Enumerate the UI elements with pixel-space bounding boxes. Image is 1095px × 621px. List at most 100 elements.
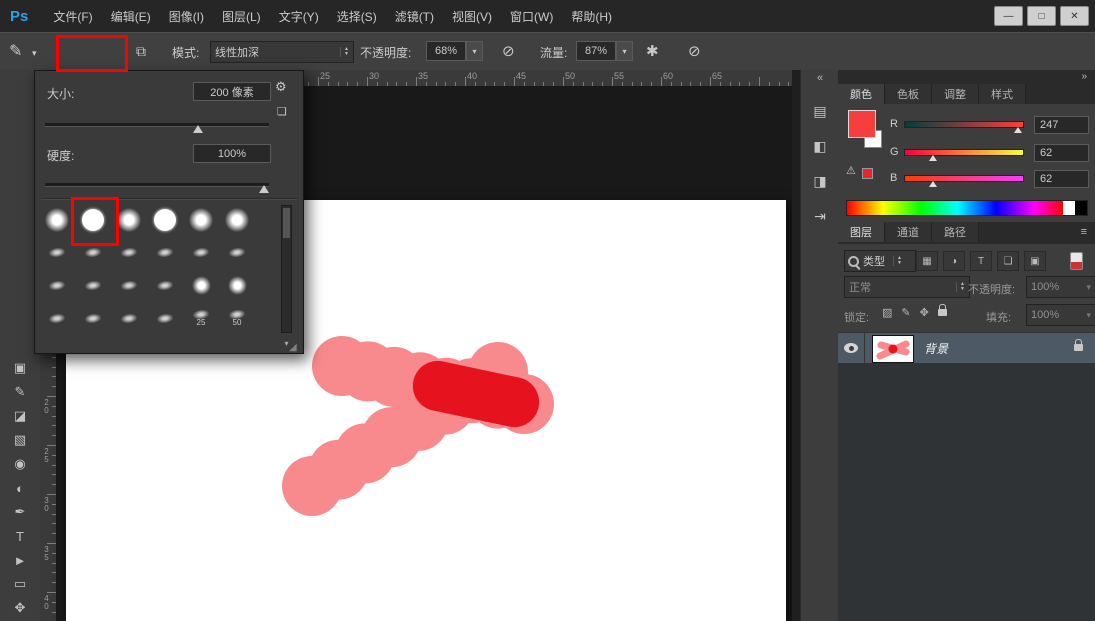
tab-layers[interactable]: 图层 xyxy=(838,222,885,242)
filter-adjustment-layers-icon[interactable]: ◑ xyxy=(943,251,965,271)
brush-preset[interactable] xyxy=(147,203,183,236)
brush-preset[interactable] xyxy=(183,203,219,236)
brush-preset[interactable] xyxy=(183,236,219,269)
red-slider-thumb[interactable] xyxy=(1014,127,1022,133)
rectangle-tool[interactable]: ▭ xyxy=(0,572,40,596)
gear-icon[interactable]: ⚙ xyxy=(275,79,287,95)
collapse-panels-icon[interactable]: » xyxy=(1081,71,1087,82)
gamut-warning-icon[interactable]: ⚠ xyxy=(846,164,856,177)
flow-dropdown-icon[interactable] xyxy=(616,41,633,61)
menu-item[interactable]: 图层(L) xyxy=(213,0,270,32)
blue-slider-thumb[interactable] xyxy=(929,181,937,187)
brush-preset[interactable] xyxy=(147,302,183,335)
filter-type-layers-icon[interactable]: T xyxy=(970,251,992,271)
layer-filter-toggle-icon[interactable] xyxy=(1070,252,1083,270)
size-slider[interactable] xyxy=(45,123,269,127)
opacity-dropdown-icon[interactable] xyxy=(466,41,483,61)
new-preset-icon[interactable]: ❏ xyxy=(277,105,287,118)
gradient-tool[interactable]: ▧ xyxy=(0,428,40,452)
menu-item[interactable]: 帮助(H) xyxy=(562,0,621,32)
hardness-slider-thumb[interactable] xyxy=(259,185,269,193)
layer-thumbnail[interactable] xyxy=(872,335,914,363)
tablet-pressure-opacity-icon[interactable]: ⊘ xyxy=(502,42,515,60)
brush-preset[interactable] xyxy=(75,269,111,302)
menu-item[interactable]: 选择(S) xyxy=(328,0,386,32)
toggle-brush-panel-icon[interactable]: ⧉ xyxy=(136,43,146,60)
menu-item[interactable]: 视图(V) xyxy=(443,0,501,32)
lock-transparency-icon[interactable]: ▨ xyxy=(882,306,892,319)
brush-grid-scrollbar[interactable] xyxy=(281,205,292,333)
layer-blend-mode-select[interactable]: 正常 xyxy=(844,276,970,298)
layer-visibility-toggle[interactable] xyxy=(838,333,865,363)
filter-pixel-layers-icon[interactable]: ▦ xyxy=(916,251,938,271)
lock-pixels-icon[interactable]: ✎ xyxy=(901,306,910,319)
clone-stamp-tool[interactable]: ▣ xyxy=(0,356,40,380)
brush-preset[interactable] xyxy=(39,269,75,302)
brush-preset[interactable] xyxy=(147,269,183,302)
lock-position-icon[interactable]: ✥ xyxy=(920,306,929,319)
pen-tool[interactable]: ✒ xyxy=(0,500,40,524)
opacity-value[interactable]: 68% xyxy=(426,41,466,61)
green-slider-thumb[interactable] xyxy=(929,155,937,161)
menu-item[interactable]: 窗口(W) xyxy=(501,0,562,32)
blue-slider[interactable] xyxy=(904,175,1024,182)
layer-opacity-value[interactable]: 100% xyxy=(1026,276,1095,298)
maximize-button[interactable]: □ xyxy=(1027,6,1056,26)
history-brush-tool[interactable]: ✎ xyxy=(0,380,40,404)
tab-paths[interactable]: 路径 xyxy=(932,222,979,242)
menu-item[interactable]: 图像(I) xyxy=(160,0,213,32)
airbrush-icon[interactable]: ✱ xyxy=(646,42,659,60)
brush-preset[interactable] xyxy=(39,203,75,236)
hand-tool[interactable]: ✥ xyxy=(0,596,40,620)
brush-preset[interactable]: 25 xyxy=(183,302,219,335)
tablet-pressure-size-icon[interactable]: ⊘ xyxy=(688,42,701,60)
red-slider[interactable] xyxy=(904,121,1024,128)
menu-item[interactable]: 文件(F) xyxy=(44,0,101,32)
tab-color[interactable]: 颜色 xyxy=(838,84,885,104)
menu-item[interactable]: 编辑(E) xyxy=(102,0,160,32)
hardness-value[interactable]: 100% xyxy=(193,144,271,163)
brush-preset[interactable] xyxy=(75,302,111,335)
tab-swatches[interactable]: 色板 xyxy=(885,84,932,104)
green-slider[interactable] xyxy=(904,149,1024,156)
brush-preset[interactable] xyxy=(183,269,219,302)
collapsed-panel-icon[interactable]: ⇥ xyxy=(807,204,833,228)
lock-all-icon[interactable] xyxy=(938,309,947,316)
brush-preset[interactable] xyxy=(39,236,75,269)
red-value[interactable]: 247 xyxy=(1034,116,1089,134)
blue-value[interactable]: 62 xyxy=(1034,170,1089,188)
brush-tool-icon[interactable]: ✎ xyxy=(9,41,22,61)
close-button[interactable]: ✕ xyxy=(1060,6,1089,26)
scrollbar-thumb[interactable] xyxy=(283,208,290,238)
tab-channels[interactable]: 通道 xyxy=(885,222,932,242)
eraser-tool[interactable]: ◪ xyxy=(0,404,40,428)
brush-preset[interactable] xyxy=(111,269,147,302)
brush-preset[interactable] xyxy=(111,302,147,335)
minimize-button[interactable]: — xyxy=(994,6,1023,26)
tab-adjustments[interactable]: 调整 xyxy=(932,84,979,104)
brush-preset[interactable] xyxy=(219,236,255,269)
hardness-slider[interactable] xyxy=(45,183,269,187)
layer-row-background[interactable]: 背景 xyxy=(838,332,1095,364)
filter-group-layers-icon[interactable]: ❏ xyxy=(997,251,1019,271)
size-slider-thumb[interactable] xyxy=(193,125,203,133)
brush-preset[interactable]: 50 xyxy=(219,302,255,335)
collapsed-panel-icon[interactable]: ◨ xyxy=(807,169,833,193)
gamut-color-swatch[interactable] xyxy=(862,168,873,179)
collapsed-panel-icon[interactable]: ◧ xyxy=(807,134,833,158)
tab-styles[interactable]: 样式 xyxy=(979,84,1026,104)
panel-menu-icon[interactable]: ≡ xyxy=(1081,222,1095,244)
filter-smart-object-icon[interactable]: ▣ xyxy=(1024,251,1046,271)
collapsed-panel-icon[interactable]: ▤ xyxy=(807,99,833,123)
blur-tool[interactable]: ◉ xyxy=(0,452,40,476)
flow-value[interactable]: 87% xyxy=(576,41,616,61)
brush-preset[interactable] xyxy=(219,269,255,302)
green-value[interactable]: 62 xyxy=(1034,144,1089,162)
menu-item[interactable]: 滤镜(T) xyxy=(386,0,443,32)
foreground-color-swatch[interactable] xyxy=(848,110,876,138)
menu-item[interactable]: 文字(Y) xyxy=(270,0,328,32)
color-spectrum-bar[interactable] xyxy=(846,200,1088,216)
expand-panels-icon[interactable]: « xyxy=(801,70,839,88)
brush-preset[interactable] xyxy=(147,236,183,269)
layer-filter-type-select[interactable]: 类型 xyxy=(844,250,916,272)
